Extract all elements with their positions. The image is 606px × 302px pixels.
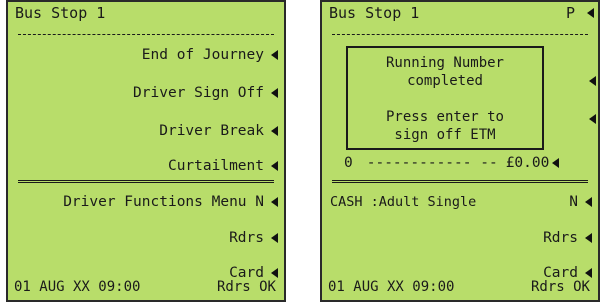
select-arrow-icon[interactable] [271,88,278,98]
select-arrow-icon[interactable] [271,126,278,136]
date-time: 01 AUG XX 09:00 [14,279,141,295]
fare-flag: N [569,194,578,210]
select-arrow-icon[interactable] [585,197,592,207]
dialog-line-4: sign off ETM [394,127,496,143]
etm-screen-driver-menu: Bus Stop 1 End of Journey Driver Sign Of… [6,0,286,302]
select-arrow-icon[interactable] [271,50,278,60]
menu-item-driver-sign-off[interactable]: Driver Sign Off [8,82,278,104]
menu-item-driver-break[interactable]: Driver Break [8,120,278,142]
menu-item-label: Driver Sign Off [133,85,264,101]
fare-amount: £0.00 [505,155,550,171]
side-arrows [586,2,596,162]
select-arrow-icon[interactable] [589,76,596,86]
status-footer: 01 AUG XX 09:00 Rdrs OK [322,276,598,298]
menu-divider [18,180,274,183]
status-footer: 01 AUG XX 09:00 Rdrs OK [8,276,284,298]
menu-item-label: Curtailment [167,158,264,174]
select-arrow-icon[interactable] [271,161,278,171]
select-arrow-icon[interactable] [271,197,278,207]
header-flag-label: P [565,4,575,22]
menu-item-end-of-journey[interactable]: End of Journey [8,44,278,66]
fare-summary-row[interactable]: 0 ------------ -- £0.00 [344,152,592,174]
confirmation-dialog: Running Number completed Press enter to … [346,46,544,150]
select-arrow-icon[interactable] [585,233,592,243]
fare-type: CASH :Adult Single [330,194,477,210]
dialog-line-1: Running Number [385,55,504,71]
driver-functions-menu-item[interactable]: Driver Functions Menu N [8,191,278,213]
fare-type-row[interactable]: CASH :Adult Single N [322,191,592,213]
rdrs-item[interactable]: Rdrs [8,227,278,249]
fare-count: 0 [344,155,353,171]
fare-dashes: ------------ -- [366,155,498,171]
select-arrow-icon[interactable] [589,114,596,124]
stop-title: Bus Stop 1 [15,4,106,22]
readers-status: Rdrs OK [530,279,590,295]
functions-label: Driver Functions Menu N [63,194,264,210]
menu-item-label: End of Journey [141,47,264,63]
rdrs-label: Rdrs [543,230,578,246]
fare-divider [332,180,588,183]
header-divider [18,34,274,35]
menu-item-curtailment[interactable]: Curtailment [8,155,278,177]
stop-title: Bus Stop 1 [329,4,420,22]
readers-status: Rdrs OK [216,279,276,295]
screen-header: Bus Stop 1 [8,2,284,24]
select-arrow-icon[interactable] [271,233,278,243]
header-divider [332,34,588,35]
select-arrow-icon[interactable] [552,158,560,168]
rdrs-label: Rdrs [229,230,264,246]
screen-header: Bus Stop 1 P [322,2,598,24]
dialog-line-2: completed [407,73,483,89]
date-time: 01 AUG XX 09:00 [328,279,455,295]
dialog-line-3: Press enter to [385,109,504,125]
rdrs-item[interactable]: Rdrs [322,227,592,249]
etm-screen-sign-off-prompt: Bus Stop 1 P Running Number completed Pr… [320,0,600,302]
menu-item-label: Driver Break [159,123,264,139]
